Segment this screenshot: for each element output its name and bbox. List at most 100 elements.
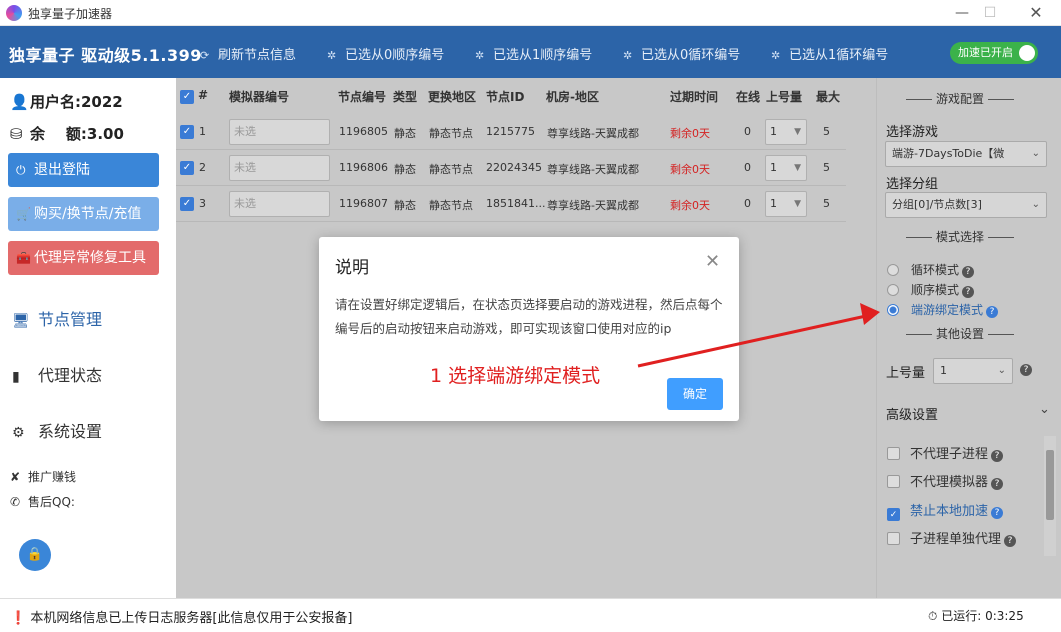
option-label: 子进程单独代理: [910, 532, 1002, 547]
max-count: 5: [823, 125, 830, 138]
lock-icon[interactable]: 🔒: [19, 539, 51, 571]
chevron-down-icon: ▼: [794, 199, 801, 209]
mode-sequence-radio[interactable]: 顺序模式?: [887, 281, 975, 298]
select-all-checkbox[interactable]: ✓: [180, 90, 194, 104]
qty-select[interactable]: 1 ▼: [765, 119, 807, 145]
brand-title: 独享量子 驱动级5.1.399: [9, 46, 202, 65]
chevron-down-icon: ⌄: [1027, 142, 1040, 166]
runtime-value: 0:3:25: [985, 609, 1024, 623]
help-icon[interactable]: ?: [962, 266, 975, 278]
nav-system-settings[interactable]: ⚙ 系统设置: [12, 418, 102, 442]
radio-off: [887, 284, 899, 296]
qty-select[interactable]: 1 ▼: [765, 155, 807, 181]
clock-icon: ⏱: [928, 609, 938, 623]
close-icon[interactable]: ✕: [1024, 3, 1048, 23]
change-region[interactable]: 静态节点: [429, 161, 473, 177]
group-select[interactable]: 分组[0]/节点数[3] ⌄: [885, 192, 1047, 218]
config-panel: 游戏配置 选择游戏 端游-7DaysToDie【微 ⌄ 选择分组 分组[0]/节点…: [876, 78, 1061, 598]
runtime-display: ⏱ 已运行: 0:3:25: [928, 607, 1024, 624]
table-row[interactable]: ✓ 2 未选 1196806 静态 静态节点 22024345 尊享线路-天翼成…: [176, 150, 846, 186]
minimize-icon[interactable]: —: [950, 3, 974, 23]
help-icon[interactable]: ?: [1004, 535, 1017, 547]
buy-recharge-button[interactable]: 🛒 购买/换节点/充值: [8, 197, 159, 231]
nav-proxy-status[interactable]: ▮ 代理状态: [12, 362, 102, 386]
col-index: #: [198, 88, 209, 102]
row-checkbox[interactable]: ✓: [180, 197, 194, 211]
seq-from-1-button[interactable]: ✲ 已选从1顺序编号: [475, 44, 592, 63]
maximize-icon[interactable]: ☐: [978, 3, 1002, 23]
qty-select-global[interactable]: 1 ⌄: [933, 358, 1013, 384]
qty-select[interactable]: 1 ▼: [765, 191, 807, 217]
seq-from-0-button[interactable]: ✲ 已选从0顺序编号: [327, 44, 444, 63]
panel-scrollbar[interactable]: [1044, 436, 1056, 556]
dialog-body: 请在设置好绑定逻辑后，在状态页选择要启动的游戏进程，然后点每个编号后的启动按钮来…: [335, 297, 723, 336]
support-qq-link[interactable]: ✆ 售后QQ:: [10, 493, 75, 510]
mode-sequence-label: 顺序模式: [911, 283, 960, 297]
support-qq-label: 售后QQ:: [28, 495, 75, 509]
promo-link[interactable]: ✘ 推广赚钱: [10, 468, 76, 485]
option-no-proxy-simulator[interactable]: 不代理模拟器?: [887, 471, 1004, 490]
mode-bind-radio[interactable]: 端游绑定模式?: [887, 301, 999, 318]
col-node-id: 节点ID: [486, 90, 525, 104]
toggle-knob: [1019, 45, 1035, 61]
simulator-select[interactable]: 未选: [229, 191, 330, 217]
bar-chart-icon: ▮: [12, 369, 20, 385]
mode-select-title: 模式选择: [885, 228, 1035, 245]
help-icon[interactable]: ?: [991, 507, 1004, 519]
scrollbar-thumb[interactable]: [1046, 450, 1054, 520]
table-row[interactable]: ✓ 3 未选 1196807 静态 静态节点 1851841... 尊享线路-天…: [176, 186, 846, 222]
option-disable-local-accel[interactable]: ✓ 禁止本地加速?: [887, 500, 1004, 521]
loop-from-1-label: 已选从1循环编号: [789, 48, 889, 63]
refresh-nodes-button[interactable]: ⟳ 刷新节点信息: [200, 44, 296, 63]
table-row[interactable]: ✓ 1 未选 1196805 静态 静态节点 1215775 尊享线路-天翼成都…: [176, 114, 846, 150]
change-region[interactable]: 静态节点: [429, 125, 473, 141]
dialog-ok-button[interactable]: 确定: [667, 378, 723, 410]
mode-bind-label: 端游绑定模式: [911, 303, 984, 317]
expire-time: 剩余0天: [670, 127, 710, 140]
acceleration-toggle[interactable]: 加速已开启: [950, 42, 1038, 64]
help-icon[interactable]: ?: [991, 478, 1004, 490]
nav-node-management[interactable]: 🖥 节点管理: [12, 306, 102, 330]
chevron-down-icon: ▼: [794, 127, 801, 137]
game-select[interactable]: 端游-7DaysToDie【微 ⌄: [885, 141, 1047, 167]
promo-icon: ✘: [10, 470, 21, 484]
loop-from-1-button[interactable]: ✲ 已选从1循环编号: [771, 44, 888, 63]
close-icon[interactable]: ✕: [705, 251, 720, 272]
node-number: 1196805: [339, 125, 388, 138]
app-logo-icon: [6, 5, 22, 21]
change-region[interactable]: 静态节点: [429, 197, 473, 213]
option-label: 不代理子进程: [910, 447, 989, 462]
node-number: 1196807: [339, 197, 388, 210]
simulator-select[interactable]: 未选: [229, 119, 330, 145]
max-count: 5: [823, 161, 830, 174]
row-index: 3: [199, 197, 206, 210]
node-type: 静态: [394, 127, 416, 140]
help-icon[interactable]: ?: [986, 306, 999, 318]
chevron-down-icon: ▼: [794, 163, 801, 173]
help-icon[interactable]: ?: [962, 286, 975, 298]
proxy-repair-button[interactable]: 🧰 代理异常修复工具: [8, 241, 159, 275]
chevron-down-icon: ⌄: [1027, 193, 1040, 217]
help-icon[interactable]: ?: [1020, 364, 1032, 376]
checkbox-off: [887, 532, 900, 545]
option-subprocess-separate-proxy[interactable]: 子进程单独代理?: [887, 528, 1017, 547]
advanced-settings-label[interactable]: 高级设置: [886, 404, 938, 423]
select-group-label: 选择分组: [886, 177, 939, 192]
row-checkbox[interactable]: ✓: [180, 161, 194, 175]
online-count: 0: [744, 197, 751, 210]
loop-from-0-button[interactable]: ✲ 已选从0循环编号: [623, 44, 740, 63]
power-icon: ⏻: [16, 163, 26, 177]
mode-loop-radio[interactable]: 循环模式?: [887, 261, 975, 278]
max-count: 5: [823, 197, 830, 210]
option-no-proxy-subprocess[interactable]: 不代理子进程?: [887, 443, 1004, 462]
row-checkbox[interactable]: ✓: [180, 125, 194, 139]
row-index: 1: [199, 125, 206, 138]
seq-from-1-label: 已选从1顺序编号: [493, 48, 593, 63]
logout-button[interactable]: ⏻ 退出登陆: [8, 153, 159, 187]
expire-time: 剩余0天: [670, 199, 710, 212]
monitor-icon: 🖥: [12, 313, 30, 329]
help-icon[interactable]: ?: [991, 450, 1004, 462]
simulator-select[interactable]: 未选: [229, 155, 330, 181]
chevron-down-icon[interactable]: ⌄: [1039, 402, 1050, 417]
node-number: 1196806: [339, 161, 388, 174]
